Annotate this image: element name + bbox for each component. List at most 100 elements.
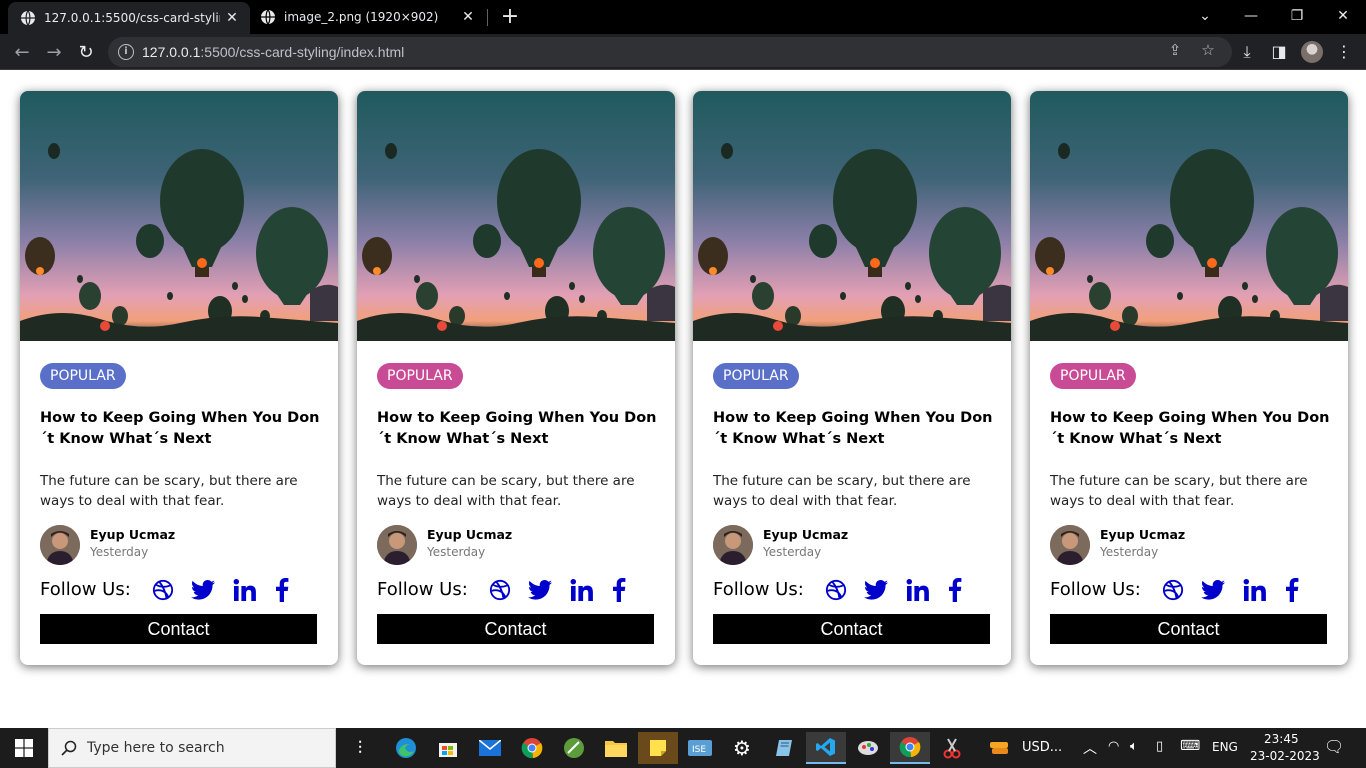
- forward-button[interactable]: →: [40, 38, 68, 66]
- microsoft-store-icon[interactable]: [428, 732, 468, 764]
- tray-app-label[interactable]: USD...: [1022, 740, 1062, 755]
- mail-icon[interactable]: [470, 732, 510, 764]
- search-placeholder: Type here to search: [87, 740, 225, 756]
- settings-gear-icon[interactable]: ⚙: [722, 732, 762, 764]
- profile-avatar[interactable]: [1301, 41, 1323, 63]
- balloons-image: [357, 91, 675, 341]
- browser-toolbar: ← → ↻ i 127.0.0.1:5500/css-card-styling/…: [0, 34, 1366, 70]
- sketchup-icon[interactable]: [554, 732, 594, 764]
- notification-center-icon[interactable]: 🗨︎: [1324, 737, 1344, 756]
- card-description: The future can be scary, but there are w…: [1050, 473, 1308, 509]
- post-date: Yesterday: [90, 545, 149, 559]
- vscode-icon[interactable]: [806, 732, 846, 764]
- facebook-icon[interactable]: [272, 577, 292, 603]
- new-tab-button[interactable]: +: [498, 4, 522, 30]
- volume-icon[interactable]: 🔈︎: [1130, 739, 1138, 754]
- clock-time[interactable]: 23:45: [1264, 732, 1299, 746]
- dribbble-icon[interactable]: [151, 577, 175, 603]
- dribbble-icon[interactable]: [488, 577, 512, 603]
- browser-tab-bar: 127.0.0.1:5500/css-card-styling/ir ✕ ima…: [0, 0, 1366, 34]
- tab-image[interactable]: image_2.png (1920×902) ✕: [250, 0, 486, 34]
- language-indicator[interactable]: ENG: [1212, 740, 1238, 754]
- tab-title: 127.0.0.1:5500/css-card-styling/ir: [44, 11, 220, 25]
- twitter-icon[interactable]: [1201, 577, 1225, 603]
- card-title: How to Keep Going When You Don´t Know Wh…: [40, 410, 320, 447]
- sticky-notes-icon[interactable]: [638, 732, 678, 764]
- blog-card: POPULAR How to Keep Going When You Don´t…: [357, 91, 675, 665]
- follow-label: Follow Us:: [377, 579, 468, 600]
- twitter-icon[interactable]: [528, 577, 552, 603]
- windows-taskbar: Type here to search ⫶ ISE ⚙ USD... ︿ ◠ 🔈…: [0, 728, 1366, 768]
- task-view-icon[interactable]: ⫶: [340, 732, 380, 764]
- blog-card: POPULAR How to Keep Going When You Don´t…: [1030, 91, 1348, 665]
- contact-button[interactable]: Contact: [40, 614, 317, 644]
- dribbble-icon[interactable]: [824, 577, 848, 603]
- author-avatar: [40, 525, 80, 565]
- close-window-button[interactable]: ✕: [1320, 0, 1366, 32]
- windows-start-button[interactable]: [0, 728, 48, 768]
- linkedin-icon[interactable]: [569, 577, 595, 603]
- url-text[interactable]: 127.0.0.1:5500/css-card-styling/index.ht…: [142, 44, 404, 60]
- post-date: Yesterday: [1100, 545, 1159, 559]
- dribbble-icon[interactable]: [1161, 577, 1185, 603]
- author-avatar: [1050, 525, 1090, 565]
- popular-badge: POPULAR: [1050, 363, 1136, 389]
- notebook-app-icon[interactable]: [764, 732, 804, 764]
- linkedin-icon[interactable]: [905, 577, 931, 603]
- clock-date[interactable]: 23-02-2023: [1250, 749, 1320, 763]
- follow-label: Follow Us:: [1050, 579, 1141, 600]
- powershell-ise-icon[interactable]: ISE: [680, 732, 720, 764]
- chrome-icon[interactable]: [512, 732, 552, 764]
- bookmark-star-icon[interactable]: ☆: [1199, 41, 1217, 59]
- follow-label: Follow Us:: [40, 579, 131, 600]
- taskbar-search-box[interactable]: Type here to search: [48, 728, 336, 768]
- snipping-tool-icon[interactable]: [932, 732, 972, 764]
- file-explorer-icon[interactable]: [596, 732, 636, 764]
- page-content: POPULAR How to Keep Going When You Don´t…: [0, 71, 1366, 728]
- back-button[interactable]: ←: [8, 38, 36, 66]
- share-icon[interactable]: ⇪: [1166, 41, 1184, 59]
- menu-kebab-icon[interactable]: ⋮: [1334, 42, 1354, 62]
- balloons-image: [20, 91, 338, 341]
- address-bar[interactable]: i 127.0.0.1:5500/css-card-styling/index.…: [108, 37, 1232, 67]
- tab-search-icon[interactable]: ⌄: [1182, 0, 1228, 32]
- facebook-icon[interactable]: [945, 577, 965, 603]
- show-hidden-icons-icon[interactable]: ︿: [1083, 738, 1097, 758]
- reload-button[interactable]: ↻: [72, 38, 100, 66]
- close-tab-icon[interactable]: ✕: [220, 10, 244, 26]
- info-icon[interactable]: i: [118, 44, 134, 60]
- minimize-button[interactable]: —: [1228, 0, 1274, 32]
- keyboard-icon[interactable]: ⌨: [1180, 738, 1200, 754]
- twitter-icon[interactable]: [191, 577, 215, 603]
- download-icon[interactable]: ⤓: [1237, 42, 1257, 62]
- chrome-active-icon[interactable]: [890, 732, 930, 764]
- twitter-icon[interactable]: [864, 577, 888, 603]
- contact-button[interactable]: Contact: [1050, 614, 1327, 644]
- wifi-icon[interactable]: ◠: [1108, 739, 1119, 754]
- weather-widget-icon[interactable]: [980, 732, 1020, 764]
- card-description: The future can be scary, but there are w…: [40, 473, 298, 509]
- card-title: How to Keep Going When You Don´t Know Wh…: [1050, 410, 1330, 447]
- blog-card: POPULAR How to Keep Going When You Don´t…: [20, 91, 338, 665]
- balloons-image: [1030, 91, 1348, 341]
- facebook-icon[interactable]: [1282, 577, 1302, 603]
- close-tab-icon[interactable]: ✕: [456, 9, 480, 25]
- svg-text:ISE: ISE: [692, 745, 706, 755]
- linkedin-icon[interactable]: [232, 577, 258, 603]
- contact-button[interactable]: Contact: [713, 614, 990, 644]
- paint-app-icon[interactable]: [848, 732, 888, 764]
- windows-logo-icon: [15, 739, 33, 757]
- post-date: Yesterday: [427, 545, 486, 559]
- restore-button[interactable]: ❐: [1274, 0, 1320, 32]
- contact-button[interactable]: Contact: [377, 614, 654, 644]
- linkedin-icon[interactable]: [1242, 577, 1268, 603]
- globe-icon: [21, 10, 35, 26]
- battery-icon[interactable]: ▯: [1156, 739, 1163, 754]
- author-avatar: [713, 525, 753, 565]
- facebook-icon[interactable]: [609, 577, 629, 603]
- edge-icon[interactable]: [386, 732, 426, 764]
- card-title: How to Keep Going When You Don´t Know Wh…: [713, 410, 993, 447]
- side-panel-icon[interactable]: ◨: [1269, 42, 1289, 62]
- author-name: Eyup Ucmaz: [90, 527, 176, 542]
- tab-localhost[interactable]: 127.0.0.1:5500/css-card-styling/ir ✕: [8, 2, 250, 34]
